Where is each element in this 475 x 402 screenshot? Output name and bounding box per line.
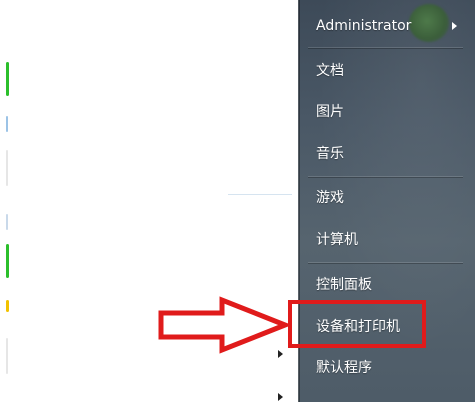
menu-item-documents[interactable]: 文档	[316, 60, 344, 80]
program-icon-strip-3	[6, 150, 8, 186]
program-icon-strip-7	[6, 338, 8, 374]
chevron-right-icon[interactable]	[452, 22, 457, 30]
user-avatar[interactable]	[409, 4, 449, 42]
separator	[308, 47, 463, 48]
program-icon-strip-1	[6, 62, 9, 96]
user-name[interactable]: Administrator	[316, 18, 411, 34]
menu-item-computer[interactable]: 计算机	[316, 229, 358, 249]
menu-item-default-programs[interactable]: 默认程序	[316, 357, 372, 377]
separator	[308, 176, 463, 177]
menu-item-music[interactable]: 音乐	[316, 143, 344, 163]
program-icon-strip-2	[6, 116, 8, 132]
program-icon-strip-6	[6, 300, 9, 312]
arrow-right-outline-icon	[158, 296, 290, 354]
separator	[308, 262, 463, 263]
program-icon-strip-4	[6, 214, 8, 230]
menu-item-games[interactable]: 游戏	[316, 187, 344, 207]
submenu-arrow-icon[interactable]	[278, 393, 283, 401]
menu-item-pictures[interactable]: 图片	[316, 101, 344, 121]
program-icon-strip-5	[6, 244, 9, 278]
devices-highlight-box	[288, 300, 426, 348]
menu-item-cutoff	[316, 396, 386, 402]
menu-item-control-panel[interactable]: 控制面板	[316, 274, 372, 294]
programs-divider	[228, 194, 292, 195]
